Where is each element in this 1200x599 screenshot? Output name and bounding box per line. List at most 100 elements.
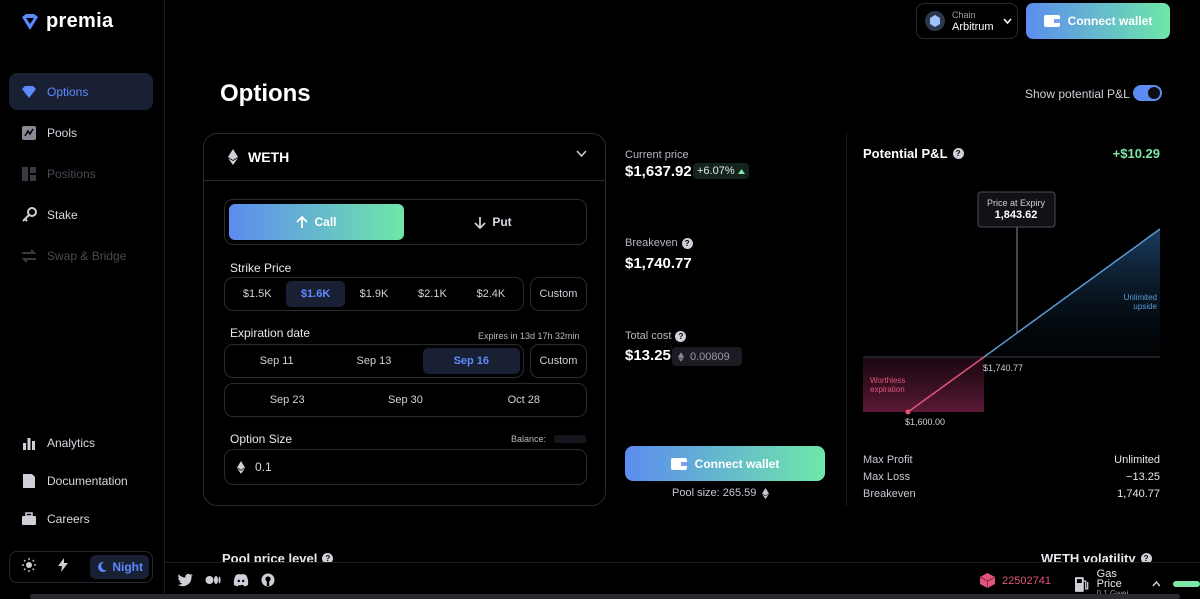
- chevron-up-icon: [1152, 581, 1161, 587]
- horizontal-scrollbar[interactable]: [30, 594, 1180, 599]
- date-option[interactable]: Sep 13: [325, 348, 422, 374]
- sun-icon[interactable]: [22, 557, 36, 577]
- asset-selector[interactable]: WETH: [204, 134, 605, 181]
- stat-row-max-profit: Max Profit Unlimited: [863, 454, 1160, 471]
- connect-wallet-button[interactable]: Connect wallet: [1026, 3, 1170, 39]
- strike-option[interactable]: $2.4K: [462, 281, 520, 307]
- discord-icon[interactable]: [233, 573, 249, 587]
- chain-name: Arbitrum: [952, 21, 994, 33]
- sidebar-item-positions[interactable]: Positions: [9, 155, 153, 192]
- chain-text: Chain Arbitrum: [952, 9, 994, 33]
- bar-chart-icon: [21, 435, 37, 451]
- twitter-icon[interactable]: [177, 573, 193, 587]
- sidebar-item-stake[interactable]: Stake: [9, 196, 153, 233]
- worthless-label: Worthless: [870, 376, 905, 385]
- show-pnl-label: Show potential P&L: [1025, 87, 1130, 101]
- pnl-stats: Max Profit Unlimited Max Loss −13.25 Bre…: [863, 454, 1160, 505]
- github-icon[interactable]: [261, 573, 275, 587]
- expiration-selector-row2: Sep 23 Sep 30 Oct 28: [224, 383, 587, 417]
- logo[interactable]: premia: [20, 10, 113, 33]
- help-icon[interactable]: ?: [681, 237, 693, 249]
- sidebar-item-analytics[interactable]: Analytics: [9, 425, 153, 461]
- pnl-title: Potential P&L ?: [863, 146, 964, 161]
- premia-logo-icon: [22, 13, 38, 30]
- help-icon[interactable]: ?: [952, 148, 964, 159]
- chain-selector[interactable]: Chain Arbitrum: [916, 3, 1018, 39]
- document-icon: [21, 473, 37, 489]
- ethereum-icon: [762, 487, 770, 499]
- stat-value: 1,740.77: [1117, 488, 1160, 500]
- sidebar-item-label: Careers: [47, 512, 90, 526]
- stat-value: Unlimited: [1114, 454, 1160, 466]
- date-option[interactable]: Oct 28: [465, 387, 583, 413]
- lightning-icon[interactable]: [57, 557, 69, 577]
- strike-option[interactable]: $1.9K: [345, 281, 403, 307]
- total-cost-eth-value: 0.00809: [690, 350, 730, 363]
- total-cost-label-wrap: Total cost ?: [625, 330, 687, 342]
- connect-wallet-main-button[interactable]: Connect wallet: [625, 446, 825, 481]
- show-pnl-toggle[interactable]: [1133, 85, 1162, 101]
- breakeven-marker-label: $1,740.77: [983, 363, 1023, 373]
- theme-night-button[interactable]: Night: [90, 555, 149, 579]
- pools-icon: [21, 125, 37, 141]
- total-cost-eth-badge: 0.00809: [672, 347, 742, 366]
- pnl-title-text: Potential P&L: [863, 146, 948, 161]
- sidebar-item-careers[interactable]: Careers: [9, 501, 153, 537]
- date-option-selected[interactable]: Sep 16: [422, 348, 520, 374]
- expiry-tooltip-label: Price at Expiry: [987, 198, 1046, 208]
- gas-pump-icon: [1075, 576, 1089, 592]
- sidebar-item-label: Stake: [47, 207, 78, 222]
- option-size-input[interactable]: 0.1: [224, 449, 587, 485]
- sidebar-item-options[interactable]: Options: [9, 73, 153, 110]
- strike-price-label: Strike Price: [230, 261, 292, 275]
- strike-option-selected[interactable]: $1.6K: [286, 281, 345, 307]
- sidebar-item-documentation[interactable]: Documentation: [9, 463, 153, 499]
- stat-row-max-loss: Max Loss −13.25: [863, 471, 1160, 488]
- asset-name: WETH: [248, 149, 290, 165]
- triangle-up-icon: [737, 168, 745, 174]
- gas-title: Gas Price: [1096, 568, 1122, 590]
- pool-size-text: Pool size: 265.59: [672, 487, 757, 499]
- expiry-tooltip-value: 1,843.62: [995, 209, 1038, 221]
- sidebar-item-label: Analytics: [47, 436, 96, 450]
- help-icon[interactable]: ?: [675, 330, 687, 342]
- cube-icon: [980, 573, 995, 588]
- option-size-label: Option Size: [230, 432, 293, 446]
- price-change-badge: +6.07%: [693, 163, 749, 179]
- stat-label: Max Loss: [863, 471, 911, 483]
- call-put-toggle: Call Put: [224, 199, 587, 245]
- pnl-value: +$10.29: [1112, 146, 1160, 161]
- arrow-up-icon: [296, 215, 309, 228]
- sidebar-item-pools[interactable]: Pools: [9, 114, 153, 151]
- block-number-value: 22502741: [1002, 574, 1051, 587]
- wallet-icon: [1043, 15, 1060, 27]
- strike-option[interactable]: $1.5K: [228, 281, 286, 307]
- page-title: Options: [220, 80, 311, 107]
- date-option[interactable]: Sep 11: [228, 348, 325, 374]
- date-option[interactable]: Sep 23: [228, 387, 346, 413]
- custom-date-button[interactable]: Custom: [530, 344, 587, 378]
- social-links: [177, 573, 275, 587]
- expiration-selector-row1: Sep 11 Sep 13 Sep 16: [224, 344, 524, 378]
- custom-strike-button[interactable]: Custom: [530, 277, 587, 311]
- arbitrum-icon: [925, 11, 945, 31]
- medium-icon[interactable]: [205, 573, 221, 587]
- current-price-value: $1,637.92: [625, 163, 692, 180]
- put-button[interactable]: Put: [404, 204, 582, 240]
- unlimited-label: Unlimited: [1124, 293, 1157, 302]
- chevron-down-icon: [1002, 18, 1012, 24]
- ethereum-icon: [678, 351, 684, 362]
- arrow-down-icon: [474, 216, 486, 229]
- expiration-label: expiration: [870, 385, 905, 394]
- connect-wallet-main-label: Connect wallet: [694, 456, 780, 471]
- balance-label: Balance:: [511, 434, 547, 444]
- call-button[interactable]: Call: [229, 204, 404, 240]
- key-icon: [21, 206, 37, 223]
- date-option[interactable]: Sep 30: [346, 387, 464, 413]
- premia-diamond-icon: [21, 84, 37, 100]
- strike-option[interactable]: $2.1K: [403, 281, 461, 307]
- sidebar-item-swap-bridge[interactable]: Swap & Bridge: [9, 237, 153, 274]
- stat-row-breakeven: Breakeven 1,740.77: [863, 488, 1160, 505]
- balance-loading-bar: [554, 435, 586, 443]
- sidebar: premia Options Pools Positions Stake Swa…: [0, 0, 165, 599]
